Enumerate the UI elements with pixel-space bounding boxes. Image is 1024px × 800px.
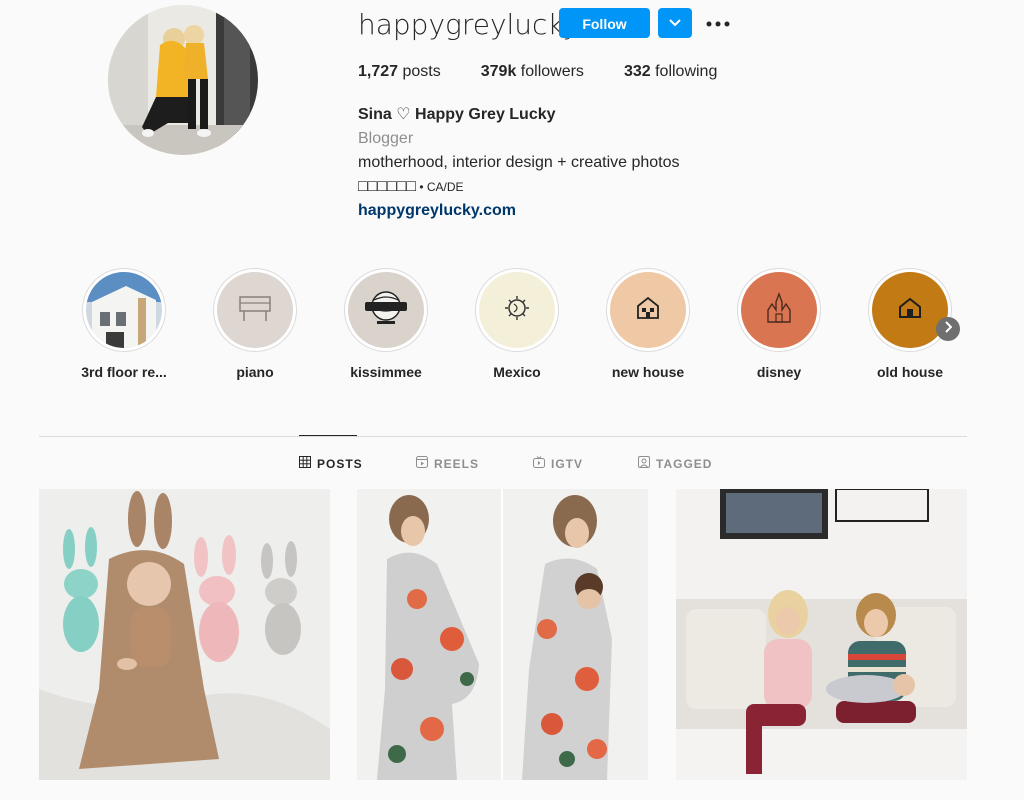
highlight-label: 3rd floor re...	[81, 364, 167, 380]
highlight-label: old house	[876, 364, 944, 380]
highlight-cover-house-photo	[86, 272, 162, 348]
follow-button[interactable]: Follow	[559, 8, 650, 38]
highlight-ring	[475, 268, 559, 352]
highlight-ring	[82, 268, 166, 352]
website-link[interactable]: happygreylucky.com	[358, 199, 680, 223]
tab-tagged[interactable]: TAGGED	[638, 456, 712, 471]
highlight-ring	[344, 268, 428, 352]
following-count-value: 332	[623, 63, 651, 80]
chevron-right-icon	[944, 320, 953, 338]
profile-avatar[interactable]	[108, 5, 258, 155]
suggested-accounts-button[interactable]	[658, 8, 692, 38]
highlight-cover	[217, 272, 293, 348]
more-options-button[interactable]	[704, 10, 732, 36]
highlight-ring	[868, 268, 952, 352]
highlight-item[interactable]: 3rd floor re...	[74, 268, 174, 380]
piano-icon	[238, 293, 272, 328]
tab-label: REELS	[434, 456, 480, 471]
highlight-label: disney	[756, 364, 802, 380]
following-link[interactable]: 332 following	[624, 62, 717, 82]
universal-globe-icon	[363, 288, 409, 333]
highlight-label: new house	[611, 364, 685, 380]
tab-label: TAGGED	[656, 456, 713, 471]
castle-icon	[764, 291, 794, 329]
profile-username: happygreylucky	[358, 8, 580, 41]
house-icon	[898, 297, 922, 324]
bio-location-line: □□□□□□ • CA/DE	[358, 175, 680, 199]
profile-category: Blogger	[358, 130, 414, 147]
highlight-item[interactable]: Mexico	[467, 268, 567, 380]
following-count-label: following	[655, 63, 718, 80]
highlight-cover	[479, 272, 555, 348]
tab-reels[interactable]: REELS	[416, 456, 479, 471]
igtv-icon	[533, 456, 545, 471]
highlight-cover	[610, 272, 686, 348]
highlight-ring	[606, 268, 690, 352]
posts-count: 1,727 posts	[358, 62, 441, 82]
tabs-divider	[39, 436, 967, 437]
chevron-down-icon	[669, 14, 681, 32]
house-icon	[635, 295, 661, 326]
reels-icon	[416, 456, 428, 471]
tagged-icon	[638, 456, 650, 471]
highlight-label: Mexico	[493, 364, 541, 380]
highlight-item[interactable]: disney	[729, 268, 829, 380]
posts-count-value: 1,727	[358, 63, 399, 80]
highlight-item[interactable]: piano	[205, 268, 305, 380]
highlight-item[interactable]: kissimmee	[336, 268, 436, 380]
tab-label: POSTS	[317, 456, 363, 471]
post-thumbnail[interactable]	[39, 489, 330, 780]
highlight-item[interactable]: new house	[598, 268, 698, 380]
sun-moon-icon	[502, 293, 532, 328]
tab-label: IGTV	[551, 456, 584, 471]
profile-stats: 1,727 posts 379k followers 332 following	[358, 62, 757, 82]
followers-link[interactable]: 379k followers	[481, 62, 584, 82]
post-thumbnail[interactable]	[357, 489, 648, 780]
post-thumbnail[interactable]	[676, 489, 967, 780]
tab-igtv[interactable]: IGTV	[533, 456, 583, 471]
profile-full-name: Sina ♡ Happy Grey Lucky	[358, 106, 556, 123]
highlights-next-button[interactable]	[936, 317, 960, 341]
tab-posts[interactable]: POSTS	[299, 456, 363, 471]
bio-text: motherhood, interior design + creative p…	[358, 154, 680, 171]
followers-count-label: followers	[520, 63, 584, 80]
followers-count-value: 379k	[480, 63, 517, 80]
grid-icon	[299, 456, 311, 471]
story-highlights: 3rd floor re... piano kissimmee Mexico n…	[80, 268, 960, 388]
profile-bio: Sina ♡ Happy Grey Lucky Blogger motherho…	[358, 103, 680, 223]
highlight-cover	[348, 272, 424, 348]
profile-tabs: POSTS REELS IGTV TAGGED	[0, 456, 1024, 472]
bio-location: • CA/DE	[415, 180, 464, 194]
highlight-ring	[737, 268, 821, 352]
highlight-cover	[741, 272, 817, 348]
highlight-ring	[213, 268, 297, 352]
posts-count-label: posts	[402, 63, 441, 80]
highlight-label: kissimmee	[350, 364, 422, 380]
highlight-label: piano	[236, 364, 274, 380]
more-horizontal-icon	[706, 14, 730, 32]
bio-flags: □□□□□□	[358, 178, 416, 195]
active-tab-indicator	[299, 435, 357, 436]
highlight-cover	[872, 272, 948, 348]
